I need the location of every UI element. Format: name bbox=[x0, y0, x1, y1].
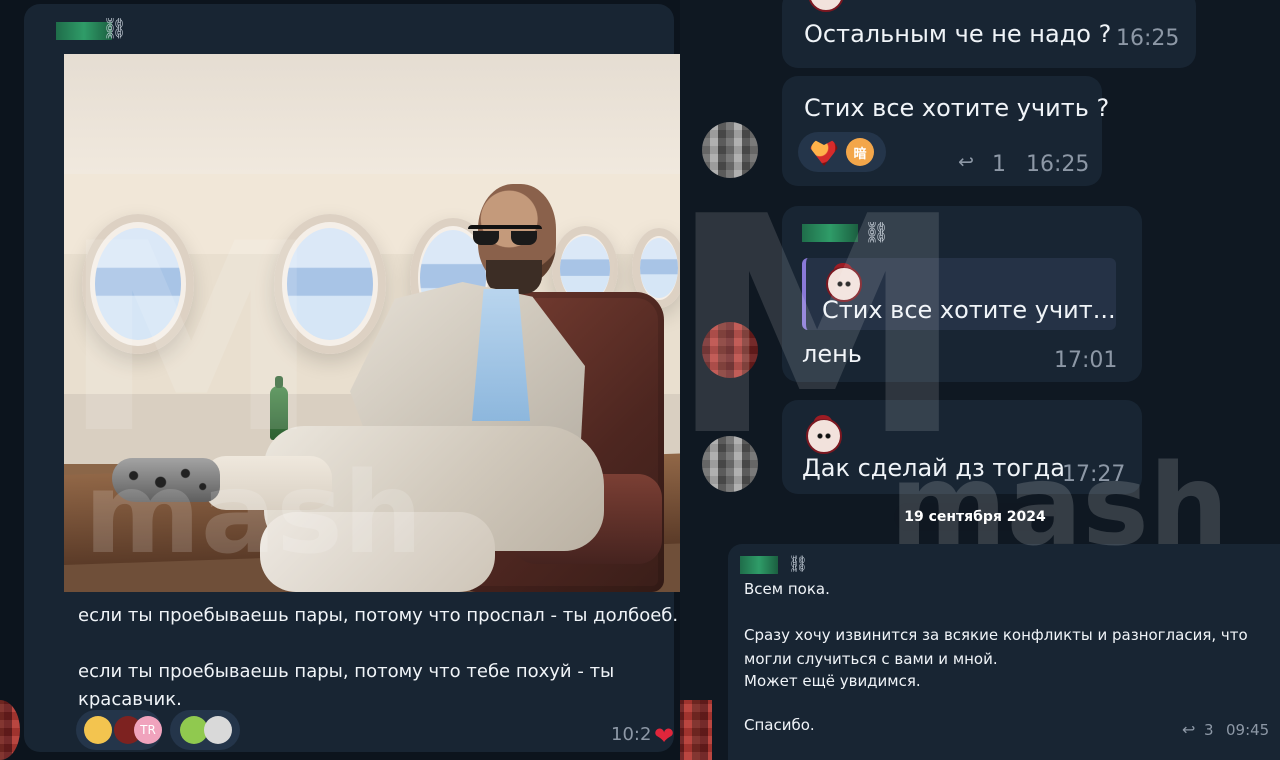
sender-name-redacted-3 bbox=[802, 224, 858, 242]
thumbs-up-icon bbox=[84, 716, 112, 744]
message-text-2: Стих все хотите учить ? bbox=[804, 94, 1110, 122]
redacted-avatar-left bbox=[0, 700, 20, 760]
left-message-time: 10:2 bbox=[611, 724, 652, 745]
cabin-ceiling bbox=[64, 54, 680, 174]
devil-avatar-icon bbox=[808, 0, 844, 12]
orange-badge-text: 暗 bbox=[853, 146, 867, 162]
caption-line-3: если ты проебываешь пары, потому что теб… bbox=[78, 661, 615, 682]
message-bubble-4[interactable]: Дак сделай дз тогда 17:27 bbox=[782, 400, 1142, 494]
reply-preview-text: Стих все хотите учит... bbox=[822, 296, 1116, 324]
lower-leg bbox=[204, 456, 332, 510]
sender-name-redacted-final bbox=[740, 556, 778, 574]
trouser-leg bbox=[260, 512, 495, 592]
message-bubble-1[interactable]: Остальным че не надо ? 16:25 bbox=[782, 0, 1196, 68]
chain-icon-3: ⛓ bbox=[864, 220, 889, 244]
left-chat-pane: ⛓ если ты проебываешь пары, потому что п… bbox=[0, 0, 680, 760]
message-text-3: лень bbox=[802, 340, 862, 368]
caption-line-4: красавчик. bbox=[78, 689, 182, 710]
final-message-time: 09:45 bbox=[1226, 721, 1270, 739]
chain-icon: ⛓ bbox=[102, 16, 127, 40]
redacted-avatar-2 bbox=[702, 436, 758, 492]
reply-preview[interactable]: Стих все хотите учит... bbox=[802, 258, 1116, 330]
final-line-1: Всем пока. bbox=[744, 580, 830, 598]
final-reply-count: 3 bbox=[1204, 721, 1214, 739]
final-line-4: могли случиться с вами и мной. bbox=[744, 650, 998, 668]
chain-icon-final: ⛓ bbox=[788, 554, 808, 573]
final-line-7: Спасибо. bbox=[744, 716, 815, 734]
leopard-shoe bbox=[112, 458, 220, 502]
window-sky bbox=[287, 228, 373, 340]
devil-avatar-icon-4 bbox=[806, 415, 842, 454]
redacted-avatar-1 bbox=[702, 122, 758, 178]
sunglasses bbox=[468, 225, 542, 247]
message-text-4: Дак сделай дз тогда bbox=[802, 454, 1065, 482]
redacted-avatar-final bbox=[680, 700, 712, 760]
caption-line-1: если ты проебываешь пары, потому что про… bbox=[78, 605, 679, 626]
message-text-1: Остальным че не надо ? bbox=[804, 20, 1112, 48]
image-message-bubble[interactable]: ⛓ если ты проебываешь пары, потому что п… bbox=[24, 4, 680, 752]
date-separator: 19 сентября 2024 bbox=[894, 503, 1056, 531]
window-1 bbox=[82, 214, 194, 354]
message-bubble-2[interactable]: Стих все хотите учить ? 暗 ↩ 1 16:25 bbox=[782, 76, 1109, 186]
reply-arrow-icon: ↩ bbox=[958, 151, 974, 173]
heart-icon: ❤ bbox=[654, 722, 675, 750]
window-sky bbox=[640, 238, 678, 298]
message-bubble-3[interactable]: ⛓ Стих все хотите учит... лень 17:01 bbox=[782, 206, 1142, 382]
redacted-avatar-3 bbox=[702, 322, 758, 378]
message-time-3: 17:01 bbox=[1054, 348, 1118, 373]
message-time-2: 16:25 bbox=[1026, 152, 1090, 177]
orange-reaction-badge: 暗 bbox=[846, 138, 874, 166]
reply-count-2: 1 bbox=[992, 152, 1006, 177]
final-line-3: Сразу хочу извинится за всякие конфликты… bbox=[744, 626, 1248, 644]
final-line-5: Может ещё увидимся. bbox=[744, 672, 921, 690]
message-time-4: 17:27 bbox=[1062, 462, 1126, 487]
photo-private-jet[interactable] bbox=[64, 54, 680, 592]
final-reply-arrow-icon: ↩ bbox=[1182, 720, 1196, 739]
tr-badge-icon: TR bbox=[134, 716, 162, 744]
image-caption: если ты проебываешь пары, потому что про… bbox=[78, 602, 678, 714]
right-chat-pane: Остальным че не надо ? 16:25 Стих все хо… bbox=[680, 0, 1280, 760]
caption-line-2 bbox=[78, 630, 678, 658]
window-sky bbox=[95, 228, 181, 340]
window-2 bbox=[274, 214, 386, 354]
sticker-icon bbox=[204, 716, 232, 744]
final-message-bubble[interactable]: ⛓ Всем пока. Сразу хочу извинится за вся… bbox=[728, 544, 1280, 760]
message-time-1: 16:25 bbox=[1116, 26, 1180, 51]
tr-badge-text: TR bbox=[140, 723, 156, 737]
